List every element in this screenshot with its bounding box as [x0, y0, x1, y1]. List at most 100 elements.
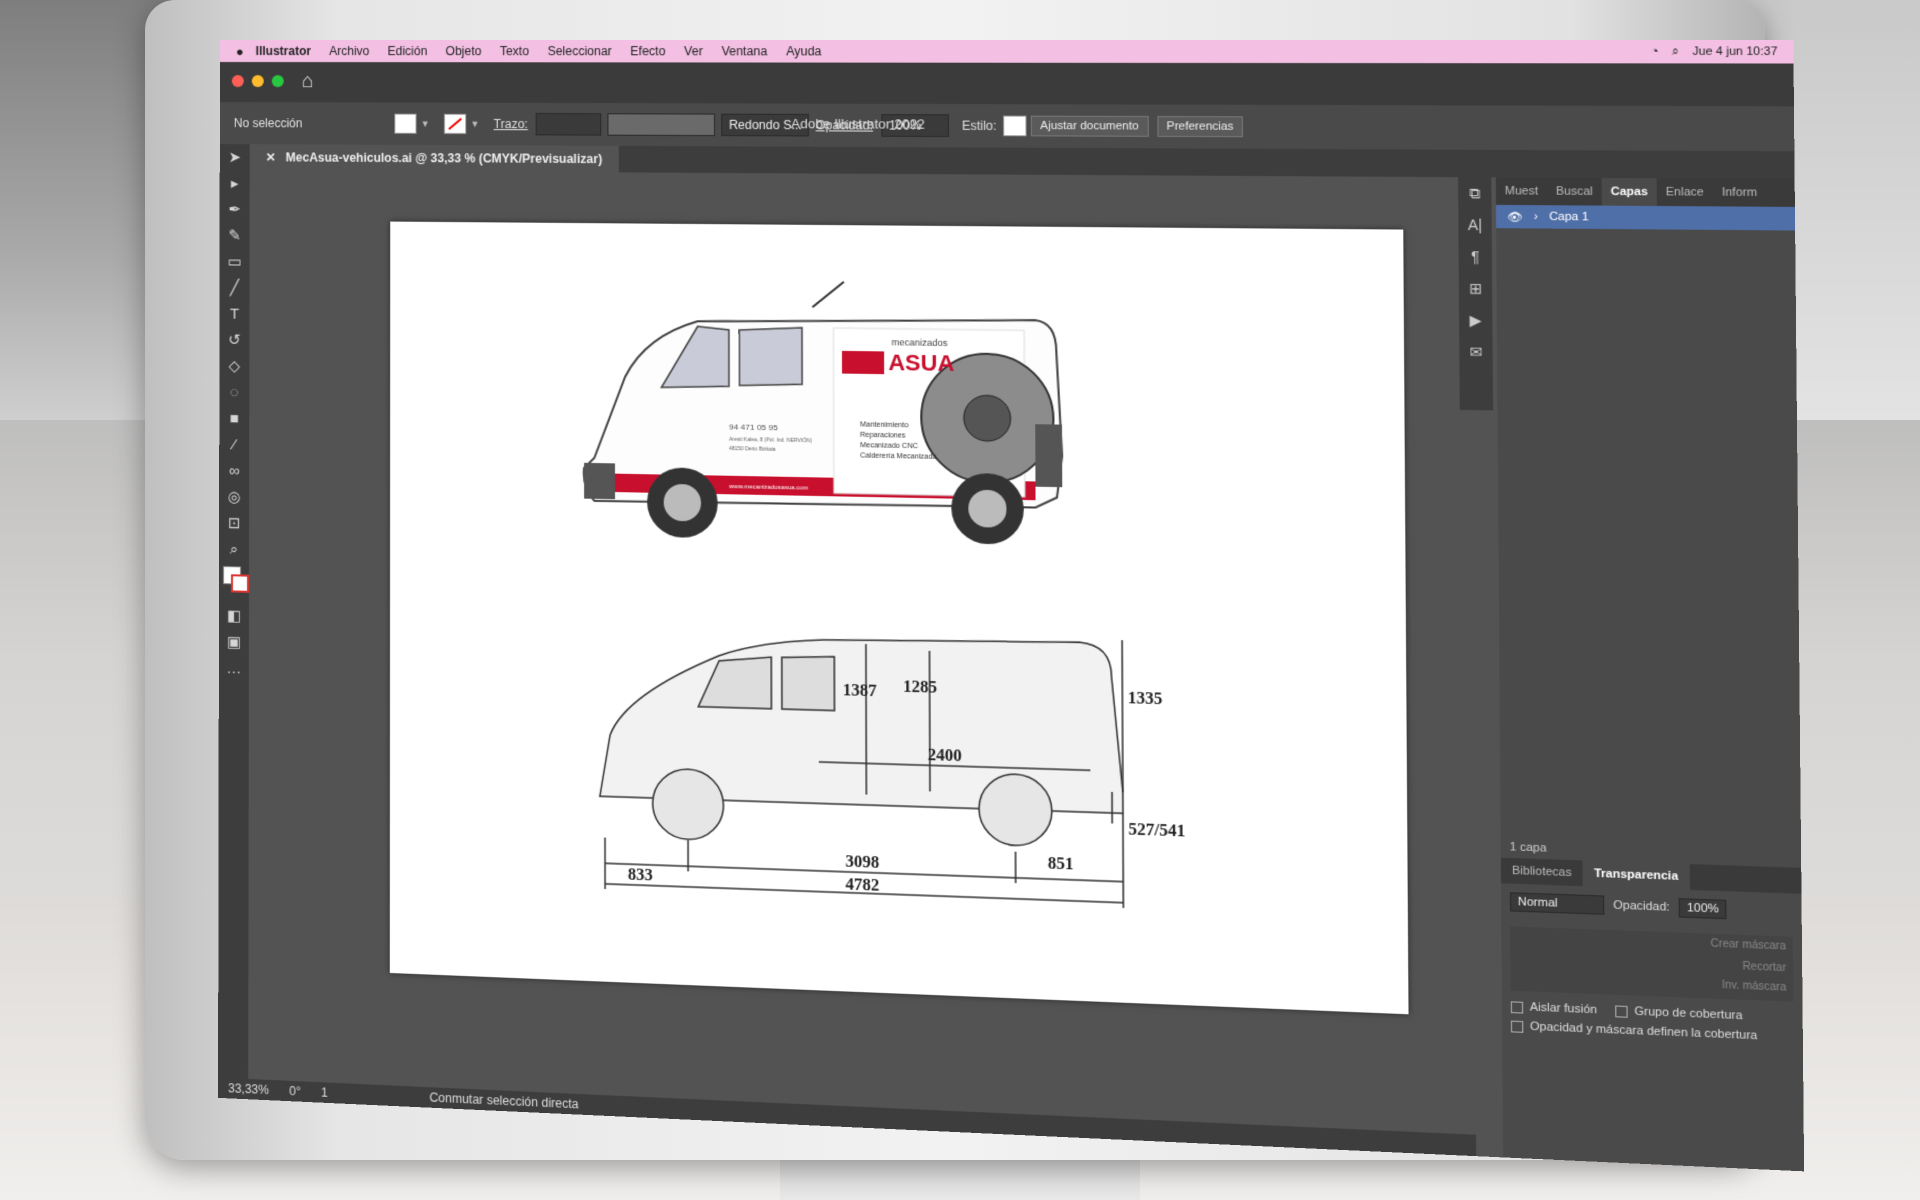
dim-wheelbase: 3098 — [845, 853, 879, 872]
make-mask-button[interactable]: Crear máscara — [1711, 938, 1786, 953]
preferences-button[interactable]: Preferencias — [1156, 116, 1244, 138]
tab-libraries[interactable]: Bibliotecas — [1501, 864, 1583, 880]
eraser-tool-icon[interactable]: ◇ — [219, 353, 249, 380]
selection-tool-icon[interactable]: ➤ — [220, 144, 250, 170]
menu-ayuda[interactable]: Ayuda — [786, 44, 821, 58]
rotate-tool-icon[interactable]: ↺ — [219, 327, 249, 354]
artboard-number[interactable]: 1 — [321, 1085, 328, 1100]
more-tools-icon[interactable]: … — [219, 655, 249, 682]
menu-seleccionar[interactable]: Seleccionar — [547, 44, 611, 58]
close-window-button[interactable] — [231, 75, 244, 88]
panel-icon-strip: ⧉ A| ¶ ⊞ ▶ ✉ — [1458, 177, 1494, 411]
title-bar: ⌂ — [219, 62, 1794, 107]
fill-stroke-widget[interactable] — [219, 562, 250, 603]
stroke-label[interactable]: Trazo: — [494, 117, 528, 131]
clip-checkbox[interactable]: Recortar — [1742, 961, 1786, 975]
actions-panel-icon[interactable]: ▶ — [1459, 304, 1493, 336]
blend-tool-icon[interactable]: ∞ — [219, 457, 249, 484]
pen-tool-icon[interactable]: ✒ — [220, 196, 250, 222]
shape-builder-tool-icon[interactable]: ◎ — [219, 483, 249, 510]
lasso-tool-icon[interactable]: ◌ — [219, 379, 249, 406]
fill-dropdown-icon[interactable]: ▼ — [421, 119, 430, 129]
menu-bar: ● Illustrator Archivo Edición Objeto Tex… — [219, 40, 1794, 64]
tab-info[interactable]: Inform — [1713, 186, 1767, 199]
home-icon[interactable]: ⌂ — [302, 70, 314, 93]
minimize-window-button[interactable] — [251, 75, 264, 88]
dim-front-overhang: 833 — [628, 866, 653, 884]
apple-menu-icon[interactable]: ● — [236, 44, 244, 59]
document-tab-title: MecAsua-vehiculos.ai @ 33,33 % (CMYK/Pre… — [285, 150, 603, 167]
expand-chevron-icon[interactable]: › — [1534, 210, 1538, 223]
transform-panel-icon[interactable]: ⊞ — [1459, 272, 1492, 304]
tab-swatches[interactable]: Muest — [1496, 185, 1547, 198]
fill-swatch[interactable] — [394, 113, 417, 134]
screen-mode-icon[interactable]: ▣ — [219, 628, 249, 655]
zoom-window-button[interactable] — [271, 75, 284, 88]
close-tab-icon[interactable]: ✕ — [266, 150, 276, 164]
paintbrush-tool-icon[interactable]: ╱ — [220, 274, 250, 300]
fit-document-button[interactable]: Ajustar documento — [1030, 115, 1149, 137]
canvas-area[interactable]: mecanizados ASUA 94 471 05 95 Aresti Kal… — [248, 170, 1465, 1135]
menu-efecto[interactable]: Efecto — [630, 44, 665, 58]
screen: ● Illustrator Archivo Edición Objeto Tex… — [218, 40, 1805, 1172]
eyedropper-tool-icon[interactable]: ⁄ — [219, 431, 249, 458]
style-swatch[interactable] — [1002, 115, 1027, 137]
layers-panel: Muest Buscal Capas Enlace Inform 👁 › Cap… — [1495, 177, 1805, 1172]
stroke-swatch[interactable] — [443, 113, 467, 135]
menu-app[interactable]: Illustrator — [256, 44, 311, 58]
tab-layers[interactable]: Capas — [1601, 177, 1657, 206]
isolate-blending-label: Aislar fusión — [1529, 1000, 1598, 1017]
comments-panel-icon[interactable]: ✉ — [1459, 336, 1493, 368]
dim-inner-height-1: 1387 — [843, 682, 877, 701]
transparency-opacity-field[interactable]: 100% — [1678, 898, 1727, 920]
rotation-angle[interactable]: 0° — [289, 1084, 301, 1099]
status-area: ◔ ⌕ Jue 4 jun 10:37 — [1651, 45, 1778, 59]
paragraph-panel-icon[interactable]: ¶ — [1459, 241, 1492, 273]
menu-edicion[interactable]: Edición — [388, 44, 428, 58]
panel-tabs: Muest Buscal Capas Enlace Inform — [1495, 177, 1795, 207]
knockout-group-label[interactable]: Grupo de cobertura — [1634, 1005, 1742, 1022]
search-menu-icon[interactable]: ⌕ — [1672, 45, 1679, 59]
tab-search[interactable]: Buscal — [1547, 185, 1602, 198]
curvature-tool-icon[interactable]: ✎ — [220, 222, 250, 248]
van-service-1: Mantenimiento — [860, 421, 909, 429]
layer-name[interactable]: Capa 1 — [1549, 211, 1589, 224]
clock[interactable]: Jue 4 jun 10:37 — [1692, 45, 1777, 58]
menu-texto[interactable]: Texto — [500, 44, 529, 58]
menu-ventana[interactable]: Ventana — [721, 44, 767, 58]
draw-mode-icon[interactable]: ◧ — [219, 602, 249, 629]
visibility-eye-icon[interactable]: 👁 — [1507, 210, 1523, 224]
character-panel-icon[interactable]: A| — [1458, 209, 1491, 241]
artboards-panel-icon[interactable]: ⧉ — [1458, 177, 1491, 209]
direct-selection-tool-icon[interactable]: ▸ — [220, 170, 250, 196]
type-tool-icon[interactable]: T — [219, 300, 249, 326]
stroke-dropdown-icon[interactable]: ▼ — [470, 119, 479, 129]
artboard-artwork: mecanizados ASUA 94 471 05 95 Aresti Kal… — [390, 222, 1185, 1015]
document-tab[interactable]: ✕ MecAsua-vehiculos.ai @ 33,33 % (CMYK/P… — [249, 144, 619, 173]
van-phone: 94 471 05 95 — [729, 422, 778, 432]
wifi-icon[interactable]: ◔ — [1651, 45, 1659, 58]
stroke-weight-field[interactable] — [536, 113, 602, 136]
tab-links[interactable]: Enlace — [1657, 186, 1713, 199]
dim-ground-clearance: 527/541 — [1128, 821, 1185, 841]
dim-rear-overhang: 851 — [1048, 855, 1074, 874]
branded-van-illustration: mecanizados ASUA 94 471 05 95 Aresti Kal… — [584, 279, 1063, 545]
artboard-tool-icon[interactable]: ⊡ — [219, 510, 249, 537]
menu-objeto[interactable]: Objeto — [446, 44, 482, 58]
zoom-tool-icon[interactable]: ⌕ — [219, 536, 249, 563]
van-city: 48150 Derio Bizkaia — [729, 446, 776, 453]
menu-ver[interactable]: Ver — [684, 44, 703, 58]
rectangle-tool-icon[interactable]: ▭ — [220, 248, 250, 274]
zoom-level[interactable]: 33,33% — [228, 1081, 269, 1097]
invert-mask-checkbox[interactable]: Inv. máscara — [1722, 979, 1787, 993]
blend-mode-select[interactable]: Normal — [1509, 892, 1605, 915]
dim-cargo-length: 2400 — [928, 747, 962, 766]
tool-hint: Conmutar selección directa — [429, 1090, 579, 1112]
layer-row[interactable]: 👁 › Capa 1 — [1495, 204, 1796, 231]
gradient-tool-icon[interactable]: ■ — [219, 405, 249, 432]
tab-transparency[interactable]: Transparencia — [1582, 860, 1690, 890]
menu-archivo[interactable]: Archivo — [329, 44, 369, 58]
artboard[interactable]: mecanizados ASUA 94 471 05 95 Aresti Kal… — [389, 221, 1409, 1015]
variable-width-field[interactable] — [607, 113, 716, 137]
van-service-2: Reparaciones — [860, 432, 906, 440]
